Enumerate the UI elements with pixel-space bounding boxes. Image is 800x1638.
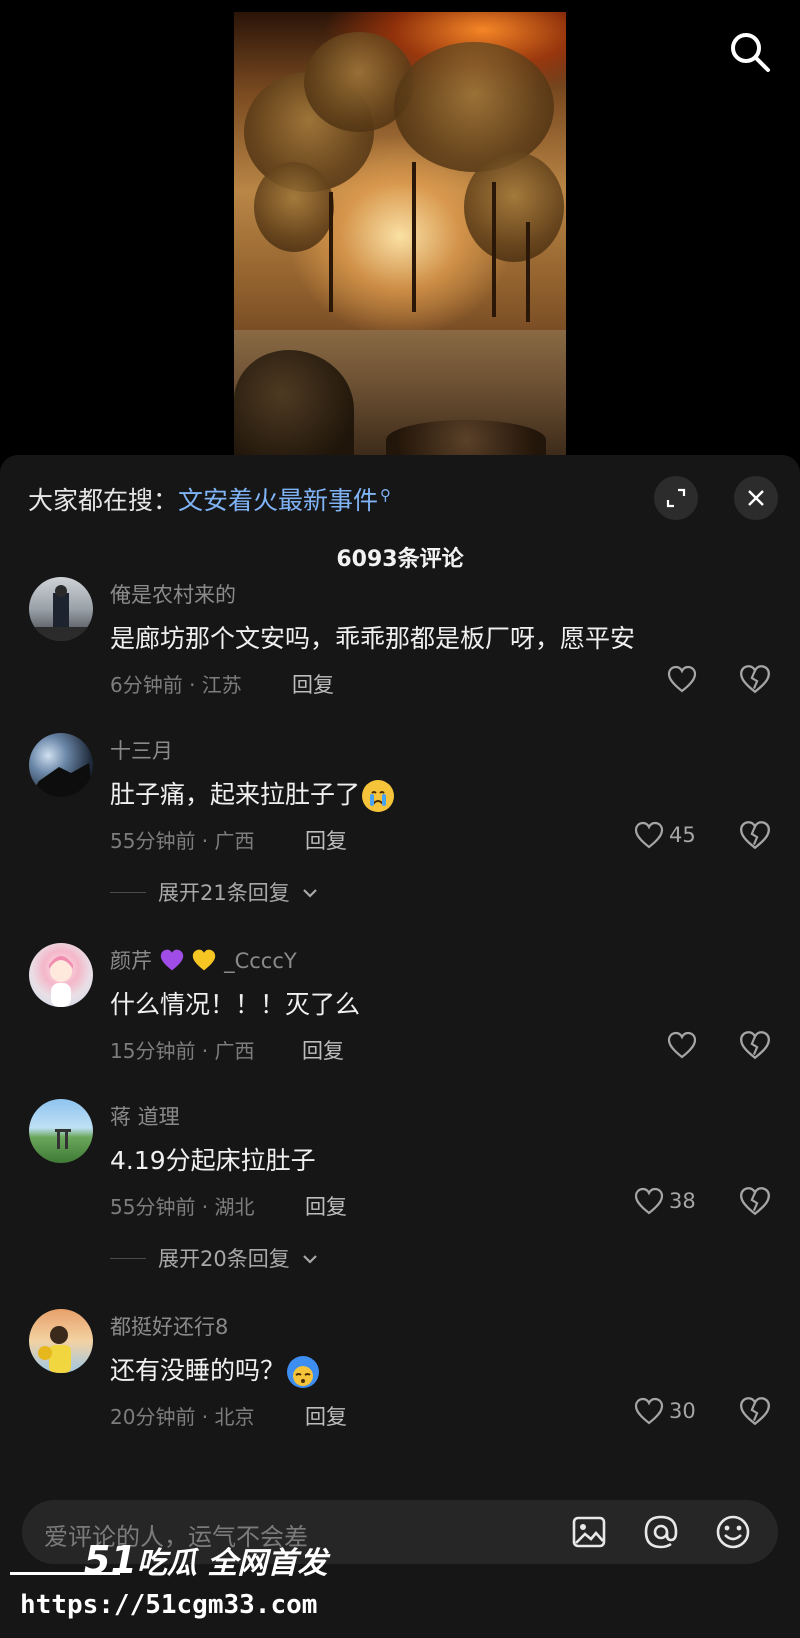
heart-icon [634,821,664,849]
comment-text-body: 还有没睡的吗？ [110,1356,286,1385]
small-search-icon: ⚲ [380,485,392,504]
comment-text: 4.19分起床拉肚子 [110,1146,316,1175]
username[interactable]: 颜芹 _CcccY [110,945,297,977]
username[interactable]: 都挺好还行8 [110,1311,228,1341]
search-suggestion-link[interactable]: 文安着火最新事件 [178,486,378,515]
broken-heart-icon [740,821,770,850]
broken-heart-icon [740,1397,770,1426]
comment-text: 还有没睡的吗？ [110,1351,320,1388]
comment-meta: 55分钟前 · 湖北 [110,1195,255,1219]
username-suffix: _CcccY [224,949,297,973]
comment-text: 什么情况！！！灭了么 [110,990,361,1019]
tree [464,152,564,262]
tree-trunk [329,192,333,312]
like-count: 38 [669,1189,696,1213]
like-button[interactable] [666,661,698,697]
dislike-button[interactable] [738,1185,772,1219]
expand-replies-label: 展开20条回复 [158,1247,290,1271]
comments-sheet: 大家都在搜：文安着火最新事件 ⚲ 6093条评论 俺是农村来的 是廊坊那个文安吗，… [0,455,800,1638]
comment-text: 是廊坊那个文安吗，乖乖那都是板厂呀，愿平安 [110,624,636,653]
username[interactable]: 十三月 [110,735,173,765]
watermark-url: https://51cgm33.com [20,1590,318,1620]
image-icon[interactable] [570,1513,608,1551]
comment-count: 6093条评论 [336,547,464,572]
chevron-down-icon [302,880,318,904]
reply-button[interactable]: 回复 [292,669,334,699]
search-suggestion-prefix: 大家都在搜： [28,486,179,515]
comment-text-body: 肚子痛，起来拉肚子了 [110,780,361,809]
search-suggestion[interactable]: 大家都在搜：文安着火最新事件 ⚲ [28,481,391,517]
comment-meta: 20分钟前 · 北京 [110,1405,255,1429]
tree [254,162,334,252]
at-icon[interactable] [642,1513,680,1551]
expand-replies-button[interactable]: 展开21条回复 [110,877,318,907]
expand-button[interactable] [654,476,698,520]
tree-trunk [526,222,530,322]
video-area[interactable] [0,0,800,460]
expand-icon [666,488,686,508]
like-count: 45 [669,823,696,847]
watermark-logo: 51吃瓜 全网首发 [84,1538,327,1582]
avatar[interactable] [29,943,93,1007]
comment-meta: 6分钟前 · 江苏 [110,673,242,697]
like-button[interactable]: 45 [633,817,696,853]
comment-meta: 15分钟前 · 广西 [110,1039,255,1063]
dislike-button[interactable] [738,819,772,853]
avatar[interactable] [29,733,93,797]
dislike-button[interactable] [738,1029,772,1063]
tree [394,42,554,172]
video-frame[interactable] [234,12,566,460]
like-button[interactable] [666,1027,698,1063]
yellow-heart-emoji [191,948,217,977]
crying-face-emoji [362,780,395,812]
expand-replies-label: 展开21条回复 [158,881,290,905]
like-button[interactable]: 30 [633,1393,696,1429]
comment-meta: 55分钟前 · 广西 [110,829,255,853]
broken-heart-icon [740,665,770,694]
username[interactable]: 俺是农村来的 [110,579,236,609]
comment-text: 肚子痛，起来拉肚子了 [110,775,395,812]
bush [386,420,546,460]
heart-icon [634,1187,664,1215]
reply-button[interactable]: 回复 [305,1191,347,1221]
watermark-logo-number: 51 [84,1538,137,1582]
reply-button[interactable]: 回复 [302,1035,344,1065]
expand-replies-button[interactable]: 展开20条回复 [110,1243,318,1273]
dislike-button[interactable] [738,1395,772,1429]
heart-icon [667,1031,697,1059]
reply-button[interactable]: 回复 [305,1401,347,1431]
watermark-logo-text: 吃瓜 全网首发 [136,1546,328,1581]
close-button[interactable] [734,476,778,520]
username[interactable]: 蒋 道理 [110,1101,180,1131]
divider-line [110,891,146,893]
tree-trunk [492,182,496,317]
search-icon[interactable] [728,30,772,74]
sleepy-face-emoji [287,1356,320,1388]
dislike-button[interactable] [738,663,772,697]
reply-button[interactable]: 回复 [305,825,347,855]
broken-heart-icon [740,1187,770,1216]
like-button[interactable]: 38 [633,1183,696,1219]
heart-icon [634,1397,664,1425]
purple-heart-emoji [159,948,185,977]
like-count: 30 [669,1399,696,1423]
broken-heart-icon [740,1031,770,1060]
divider-line [110,1257,146,1259]
emoji-icon[interactable] [714,1513,752,1551]
avatar[interactable] [29,1099,93,1163]
avatar[interactable] [29,1309,93,1373]
watermark: 51吃瓜 全网首发 https://51cgm33.com [10,1538,327,1634]
heart-icon [667,665,697,693]
avatar[interactable] [29,577,93,641]
tree-trunk [412,162,416,312]
close-icon [748,490,764,506]
username-text: 颜芹 [110,949,152,973]
chevron-down-icon [302,1246,318,1270]
